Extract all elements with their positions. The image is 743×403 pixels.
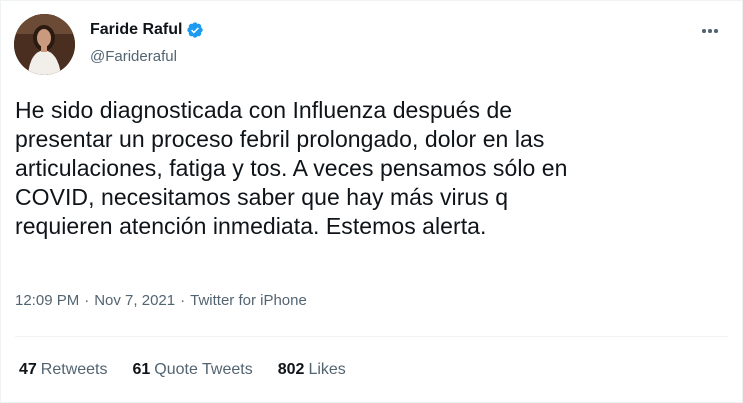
meta-separator: ·	[180, 292, 186, 309]
tweet-text: He sido diagnosticada con Influenza desp…	[15, 96, 715, 241]
likes-label: Likes	[308, 361, 346, 378]
avatar[interactable]	[14, 14, 75, 75]
tweet-text-line: He sido diagnosticada con Influenza desp…	[15, 97, 513, 123]
quote-tweets-count: 61	[132, 361, 151, 378]
more-options-icon	[702, 29, 706, 33]
divider	[15, 336, 728, 337]
meta-separator: ·	[84, 292, 90, 309]
tweet-text-line: COVID, necesitamos saber que hay más vir…	[15, 184, 509, 210]
tweet-time[interactable]: 12:09 PM	[15, 292, 79, 309]
quote-tweets-stat[interactable]: 61 Quote Tweets	[133, 361, 253, 379]
likes-stat[interactable]: 802 Likes	[278, 361, 346, 379]
quote-tweets-label: Quote Tweets	[154, 361, 253, 378]
author-name-row: Faride Raful	[90, 21, 204, 39]
author-handle[interactable]: @Farideraful	[90, 48, 177, 65]
verified-badge-icon	[186, 21, 204, 39]
retweets-label: Retweets	[40, 361, 108, 378]
likes-count: 802	[277, 361, 305, 378]
tweet-date[interactable]: Nov 7, 2021	[94, 292, 175, 309]
author-display-name[interactable]: Faride Raful	[90, 21, 182, 39]
retweets-stat[interactable]: 47 Retweets	[19, 361, 108, 379]
tweet-text-line: presentar un proceso febril prolongado, …	[15, 126, 545, 152]
more-options-icon-dot	[708, 29, 712, 33]
more-options-icon-dot	[714, 29, 718, 33]
tweet-text-line: requieren atención inmediata. Estemos al…	[15, 213, 487, 239]
tweet-source-link[interactable]: Twitter for iPhone	[190, 292, 307, 309]
more-options-button[interactable]	[698, 21, 722, 41]
avatar-image	[14, 14, 75, 75]
tweet-text-line: articulaciones, fatiga y tos. A veces pe…	[15, 155, 568, 181]
retweets-count: 47	[19, 361, 37, 378]
tweet-card: Faride Raful @Farideraful He sido diagno…	[0, 0, 743, 403]
engagement-stats: 47 Retweets 61 Quote Tweets 802 Likes	[19, 361, 371, 379]
tweet-metadata: 12:09 PM · Nov 7, 2021 · Twitter for iPh…	[15, 292, 307, 309]
